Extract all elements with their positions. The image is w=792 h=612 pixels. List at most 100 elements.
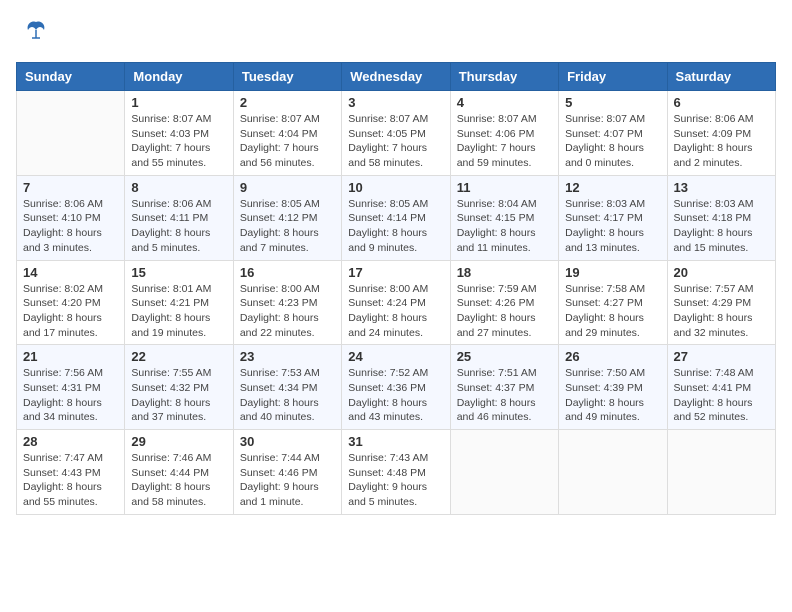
day-number: 22 <box>131 349 226 364</box>
day-number: 27 <box>674 349 769 364</box>
day-detail: Sunrise: 8:05 AMSunset: 4:14 PMDaylight:… <box>348 197 443 256</box>
calendar-cell: 14 Sunrise: 8:02 AMSunset: 4:20 PMDayligh… <box>17 260 125 345</box>
day-detail: Sunrise: 8:04 AMSunset: 4:15 PMDaylight:… <box>457 197 552 256</box>
day-detail: Sunrise: 7:56 AMSunset: 4:31 PMDaylight:… <box>23 366 118 425</box>
calendar-cell: 11 Sunrise: 8:04 AMSunset: 4:15 PMDayligh… <box>450 175 558 260</box>
day-detail: Sunrise: 8:06 AMSunset: 4:10 PMDaylight:… <box>23 197 118 256</box>
calendar-cell: 28 Sunrise: 7:47 AMSunset: 4:43 PMDayligh… <box>17 430 125 515</box>
week-row-1: 1Sunrise: 8:07 AMSunset: 4:03 PMDaylight… <box>17 91 776 176</box>
day-detail: Sunrise: 8:00 AMSunset: 4:23 PMDaylight:… <box>240 282 335 341</box>
day-detail: Sunrise: 8:06 AMSunset: 4:09 PMDaylight:… <box>674 112 769 171</box>
day-number: 29 <box>131 434 226 449</box>
logo <box>16 16 50 50</box>
day-detail: Sunrise: 8:00 AMSunset: 4:24 PMDaylight:… <box>348 282 443 341</box>
day-detail: Sunrise: 7:59 AMSunset: 4:26 PMDaylight:… <box>457 282 552 341</box>
calendar-cell: 21 Sunrise: 7:56 AMSunset: 4:31 PMDayligh… <box>17 345 125 430</box>
day-number: 8 <box>131 180 226 195</box>
day-number: 23 <box>240 349 335 364</box>
week-row-4: 21 Sunrise: 7:56 AMSunset: 4:31 PMDayligh… <box>17 345 776 430</box>
calendar-cell: 30 Sunrise: 7:44 AMSunset: 4:46 PMDayligh… <box>233 430 341 515</box>
day-number: 21 <box>23 349 118 364</box>
day-detail: Sunrise: 7:46 AMSunset: 4:44 PMDaylight:… <box>131 451 226 510</box>
day-detail: Sunrise: 7:55 AMSunset: 4:32 PMDaylight:… <box>131 366 226 425</box>
day-detail: Sunrise: 8:03 AMSunset: 4:18 PMDaylight:… <box>674 197 769 256</box>
calendar-cell <box>17 91 125 176</box>
day-number: 28 <box>23 434 118 449</box>
day-detail: Sunrise: 7:47 AMSunset: 4:43 PMDaylight:… <box>23 451 118 510</box>
day-detail: Sunrise: 7:53 AMSunset: 4:34 PMDaylight:… <box>240 366 335 425</box>
day-number: 19 <box>565 265 660 280</box>
day-number: 30 <box>240 434 335 449</box>
calendar-cell: 19 Sunrise: 7:58 AMSunset: 4:27 PMDayligh… <box>559 260 667 345</box>
day-number: 25 <box>457 349 552 364</box>
calendar-cell <box>559 430 667 515</box>
calendar-cell: 10 Sunrise: 8:05 AMSunset: 4:14 PMDayligh… <box>342 175 450 260</box>
day-detail: Sunrise: 8:01 AMSunset: 4:21 PMDaylight:… <box>131 282 226 341</box>
day-detail: Sunrise: 7:51 AMSunset: 4:37 PMDaylight:… <box>457 366 552 425</box>
col-header-saturday: Saturday <box>667 63 775 91</box>
day-number: 31 <box>348 434 443 449</box>
col-header-thursday: Thursday <box>450 63 558 91</box>
day-number: 2 <box>240 95 335 110</box>
day-number: 6 <box>674 95 769 110</box>
calendar-cell: 22 Sunrise: 7:55 AMSunset: 4:32 PMDayligh… <box>125 345 233 430</box>
day-detail: Sunrise: 7:58 AMSunset: 4:27 PMDaylight:… <box>565 282 660 341</box>
calendar-table: SundayMondayTuesdayWednesdayThursdayFrid… <box>16 62 776 515</box>
calendar-cell: 13 Sunrise: 8:03 AMSunset: 4:18 PMDayligh… <box>667 175 775 260</box>
week-row-2: 7 Sunrise: 8:06 AMSunset: 4:10 PMDaylight… <box>17 175 776 260</box>
day-detail: Sunrise: 8:05 AMSunset: 4:12 PMDaylight:… <box>240 197 335 256</box>
col-header-sunday: Sunday <box>17 63 125 91</box>
day-detail: Sunrise: 7:57 AMSunset: 4:29 PMDaylight:… <box>674 282 769 341</box>
day-detail: Sunrise: 7:52 AMSunset: 4:36 PMDaylight:… <box>348 366 443 425</box>
day-number: 13 <box>674 180 769 195</box>
day-detail: Sunrise: 8:07 AMSunset: 4:03 PMDaylight:… <box>131 112 226 171</box>
calendar-cell: 15 Sunrise: 8:01 AMSunset: 4:21 PMDayligh… <box>125 260 233 345</box>
calendar-cell: 1Sunrise: 8:07 AMSunset: 4:03 PMDaylight… <box>125 91 233 176</box>
day-number: 9 <box>240 180 335 195</box>
col-header-wednesday: Wednesday <box>342 63 450 91</box>
week-row-3: 14 Sunrise: 8:02 AMSunset: 4:20 PMDayligh… <box>17 260 776 345</box>
day-number: 10 <box>348 180 443 195</box>
calendar-cell: 31 Sunrise: 7:43 AMSunset: 4:48 PMDayligh… <box>342 430 450 515</box>
calendar-cell: 7 Sunrise: 8:06 AMSunset: 4:10 PMDaylight… <box>17 175 125 260</box>
calendar-cell: 17Sunrise: 8:00 AMSunset: 4:24 PMDayligh… <box>342 260 450 345</box>
day-detail: Sunrise: 7:50 AMSunset: 4:39 PMDaylight:… <box>565 366 660 425</box>
day-detail: Sunrise: 7:43 AMSunset: 4:48 PMDaylight:… <box>348 451 443 510</box>
day-number: 15 <box>131 265 226 280</box>
day-detail: Sunrise: 8:07 AMSunset: 4:06 PMDaylight:… <box>457 112 552 171</box>
calendar-cell: 27 Sunrise: 7:48 AMSunset: 4:41 PMDayligh… <box>667 345 775 430</box>
day-number: 3 <box>348 95 443 110</box>
col-header-monday: Monday <box>125 63 233 91</box>
calendar-cell: 24Sunrise: 7:52 AMSunset: 4:36 PMDayligh… <box>342 345 450 430</box>
day-detail: Sunrise: 8:07 AMSunset: 4:05 PMDaylight:… <box>348 112 443 171</box>
day-detail: Sunrise: 8:03 AMSunset: 4:17 PMDaylight:… <box>565 197 660 256</box>
calendar-cell: 18Sunrise: 7:59 AMSunset: 4:26 PMDayligh… <box>450 260 558 345</box>
header-row: SundayMondayTuesdayWednesdayThursdayFrid… <box>17 63 776 91</box>
calendar-cell: 23 Sunrise: 7:53 AMSunset: 4:34 PMDayligh… <box>233 345 341 430</box>
day-number: 26 <box>565 349 660 364</box>
day-detail: Sunrise: 8:07 AMSunset: 4:07 PMDaylight:… <box>565 112 660 171</box>
calendar-cell: 25 Sunrise: 7:51 AMSunset: 4:37 PMDayligh… <box>450 345 558 430</box>
day-number: 12 <box>565 180 660 195</box>
day-detail: Sunrise: 8:02 AMSunset: 4:20 PMDaylight:… <box>23 282 118 341</box>
calendar-cell: 2 Sunrise: 8:07 AMSunset: 4:04 PMDaylight… <box>233 91 341 176</box>
day-detail: Sunrise: 7:48 AMSunset: 4:41 PMDaylight:… <box>674 366 769 425</box>
day-detail: Sunrise: 8:07 AMSunset: 4:04 PMDaylight:… <box>240 112 335 171</box>
day-number: 14 <box>23 265 118 280</box>
calendar-cell: 16Sunrise: 8:00 AMSunset: 4:23 PMDayligh… <box>233 260 341 345</box>
calendar-cell <box>667 430 775 515</box>
calendar-cell: 5Sunrise: 8:07 AMSunset: 4:07 PMDaylight… <box>559 91 667 176</box>
calendar-cell: 6 Sunrise: 8:06 AMSunset: 4:09 PMDaylight… <box>667 91 775 176</box>
calendar-cell: 20 Sunrise: 7:57 AMSunset: 4:29 PMDayligh… <box>667 260 775 345</box>
col-header-friday: Friday <box>559 63 667 91</box>
logo-bird-icon <box>22 16 50 50</box>
calendar-cell <box>450 430 558 515</box>
col-header-tuesday: Tuesday <box>233 63 341 91</box>
day-detail: Sunrise: 7:44 AMSunset: 4:46 PMDaylight:… <box>240 451 335 510</box>
calendar-cell: 4Sunrise: 8:07 AMSunset: 4:06 PMDaylight… <box>450 91 558 176</box>
calendar-cell: 8Sunrise: 8:06 AMSunset: 4:11 PMDaylight… <box>125 175 233 260</box>
day-number: 20 <box>674 265 769 280</box>
calendar-cell: 12 Sunrise: 8:03 AMSunset: 4:17 PMDayligh… <box>559 175 667 260</box>
day-number: 11 <box>457 180 552 195</box>
day-number: 7 <box>23 180 118 195</box>
